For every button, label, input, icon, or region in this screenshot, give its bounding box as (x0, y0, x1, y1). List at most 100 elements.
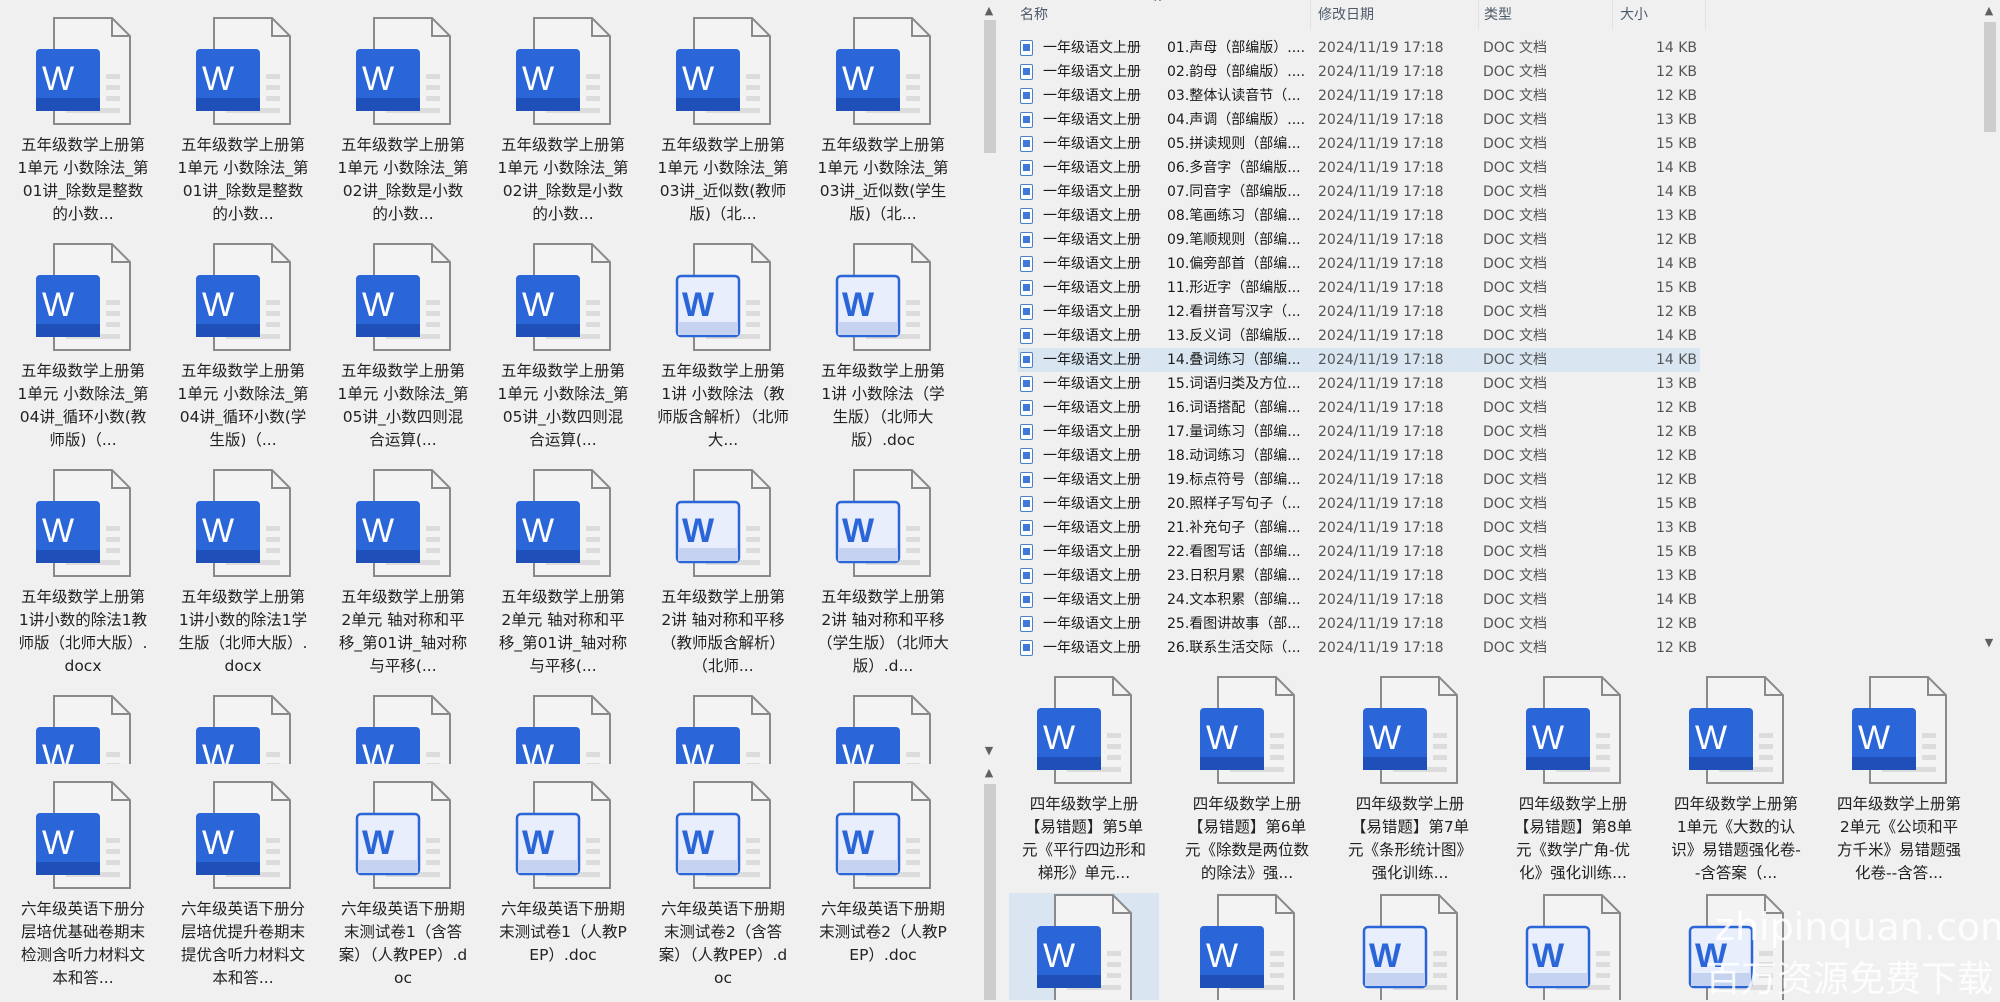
file-item[interactable]: W (168, 694, 318, 764)
file-item[interactable]: W (488, 694, 638, 764)
file-list-row[interactable]: 一年级语文上册 09.笔顺规则（部编... 2024/11/19 17:18 D… (1018, 228, 2000, 252)
file-list-row[interactable]: 一年级语文上册 16.词语搭配（部编... 2024/11/19 17:18 D… (1018, 396, 2000, 420)
file-item[interactable]: W 四年级数学上册【易错题】第6单元《除数是两位数的除法》强... (1172, 675, 1322, 885)
file-item[interactable]: W 六年级英语下册分层培优基础卷期末检测含听力材料文本和答... (8, 780, 158, 990)
file-item[interactable]: W 五年级数学上册第1单元 小数除法_第02讲_除数是小数的小数... (328, 16, 478, 226)
file-type: DOC 文档 (1483, 472, 1548, 488)
svg-text:W: W (202, 824, 234, 862)
svg-text:W: W (682, 286, 715, 324)
file-item[interactable]: W (1335, 893, 1485, 1000)
file-item[interactable]: W 四年级数学上册第2单元《公顷和平方千米》易错题强化卷--含答... (1824, 675, 1974, 885)
file-item[interactable]: W 五年级数学上册第2讲 轴对称和平移（学生版）（北师大版）.d... (808, 468, 958, 678)
file-list-row[interactable]: 一年级语文上册 23.日积月累（部编... 2024/11/19 17:18 D… (1018, 564, 2000, 588)
word-document-icon (1020, 544, 1033, 560)
file-list-row[interactable]: 一年级语文上册 17.量词练习（部编... 2024/11/19 17:18 D… (1018, 420, 2000, 444)
file-item[interactable]: W (328, 694, 478, 764)
file-item[interactable]: W 四年级数学上册【易错题】第5单元《平行四边形和梯形》单元... (1009, 675, 1159, 885)
column-header-date[interactable]: 修改日期 (1318, 0, 1374, 30)
file-item[interactable]: W (8, 694, 158, 764)
word-document-icon (1020, 88, 1033, 104)
file-list-row[interactable]: 一年级语文上册 15.词语归类及方位... 2024/11/19 17:18 D… (1018, 372, 2000, 396)
column-divider[interactable] (1310, 0, 1311, 30)
file-item[interactable]: W 五年级数学上册第2单元 轴对称和平移_第01讲_轴对称与平移(... (328, 468, 478, 678)
scrollbar-thumb[interactable] (1984, 22, 1996, 132)
file-list-row[interactable]: 一年级语文上册 18.动词练习（部编... 2024/11/19 17:18 D… (1018, 444, 2000, 468)
column-divider[interactable] (1705, 0, 1706, 30)
scrollbar-thumb[interactable] (984, 784, 996, 1000)
file-list-row[interactable]: 一年级语文上册 02.韵母（部编版）.... 2024/11/19 17:18 … (1018, 60, 2000, 84)
file-list-row[interactable]: 一年级语文上册 10.偏旁部首（部编... 2024/11/19 17:18 D… (1018, 252, 2000, 276)
file-item[interactable]: W 四年级数学上册【易错题】第7单元《条形统计图》强化训练... (1335, 675, 1485, 885)
file-list-row[interactable]: 一年级语文上册 21.补充句子（部编... 2024/11/19 17:18 D… (1018, 516, 2000, 540)
file-item[interactable]: W 五年级数学上册第2单元 轴对称和平移_第01讲_轴对称与平移(... (488, 468, 638, 678)
word-document-icon (1020, 424, 1033, 440)
scrollbar-thumb[interactable] (984, 20, 996, 153)
file-item[interactable]: W 五年级数学上册第1讲 小数除法（教师版含解析）（北师大... (648, 242, 798, 452)
file-list-row[interactable]: 一年级语文上册 05.拼读规则（部编... 2024/11/19 17:18 D… (1018, 132, 2000, 156)
file-list-row[interactable]: 一年级语文上册 12.看拼音写汉字（... 2024/11/19 17:18 D… (1018, 300, 2000, 324)
file-list-row[interactable]: 一年级语文上册 07.同音字（部编版... 2024/11/19 17:18 D… (1018, 180, 2000, 204)
file-name-suffix: 11.形近字（部编版... (1167, 280, 1301, 296)
column-header-type[interactable]: 类型 (1484, 0, 1512, 30)
scroll-down-arrow-icon[interactable]: ▼ (980, 744, 998, 757)
file-item[interactable]: W 五年级数学上册第1讲小数的除法1教师版（北师大版）.docx (8, 468, 158, 678)
file-item[interactable]: W 六年级英语下册分层培优提升卷期末提优含听力材料文本和答... (168, 780, 318, 990)
column-header-name[interactable]: 名称 (1020, 0, 1048, 30)
file-item[interactable]: W 六年级英语下册期末测试卷1（人教PEP）.doc (488, 780, 638, 967)
file-list-row[interactable]: 一年级语文上册 14.叠词练习（部编... 2024/11/19 17:18 D… (1018, 348, 1700, 372)
file-item[interactable]: W 五年级数学上册第1单元 小数除法_第04讲_循环小数(学生版)（... (168, 242, 318, 452)
file-name-label: 五年级数学上册第1讲小数的除法1学生版（北师大版）.docx (178, 588, 308, 675)
file-list-row[interactable]: 一年级语文上册 26.联系生活交际（... 2024/11/19 17:18 D… (1018, 636, 2000, 660)
file-list-row[interactable]: 一年级语文上册 19.标点符号（部编... 2024/11/19 17:18 D… (1018, 468, 2000, 492)
file-item[interactable]: W 五年级数学上册第2讲 轴对称和平移（教师版含解析）（北师... (648, 468, 798, 678)
file-item[interactable]: W 五年级数学上册第1讲 小数除法（学生版）（北师大版）.doc (808, 242, 958, 452)
file-list-row[interactable]: 一年级语文上册 24.文本积累（部编... 2024/11/19 17:18 D… (1018, 588, 2000, 612)
word-document-icon: W (516, 469, 611, 577)
file-item[interactable]: W 五年级数学上册第1单元 小数除法_第04讲_循环小数(教师版)（... (8, 242, 158, 452)
scroll-up-arrow-icon[interactable]: ▲ (980, 4, 998, 17)
file-item[interactable]: W (648, 694, 798, 764)
file-item[interactable]: W 六年级英语下册期末测试卷2（人教PEP）.doc (808, 780, 958, 967)
file-item[interactable]: W 四年级数学上册【易错题】第8单元《数学广角-优化》强化训练... (1498, 675, 1648, 885)
file-item[interactable]: W 五年级数学上册第1单元 小数除法_第01讲_除数是整数的小数... (168, 16, 318, 226)
file-item[interactable]: W (1498, 893, 1648, 1000)
column-divider[interactable] (1478, 0, 1479, 30)
file-list-row[interactable]: 一年级语文上册 03.整体认读音节（... 2024/11/19 17:18 D… (1018, 84, 2000, 108)
file-list-row[interactable]: 一年级语文上册 08.笔画练习（部编... 2024/11/19 17:18 D… (1018, 204, 2000, 228)
file-item[interactable]: W 六年级英语下册期末测试卷1（含答案）（人教PEP）.doc (328, 780, 478, 990)
file-item[interactable]: W 五年级数学上册第1单元 小数除法_第02讲_除数是小数的小数... (488, 16, 638, 226)
file-item[interactable]: W 五年级数学上册第1讲小数的除法1学生版（北师大版）.docx (168, 468, 318, 678)
file-name-suffix: 07.同音字（部编版... (1167, 184, 1301, 200)
file-list-row[interactable]: 一年级语文上册 04.声调（部编版）.... 2024/11/19 17:18 … (1018, 108, 2000, 132)
list-scrollbar[interactable]: ▲ ▼ (1980, 0, 1998, 665)
file-item[interactable]: W (808, 694, 958, 764)
file-item[interactable]: W (1009, 893, 1159, 1000)
file-list-row[interactable]: 一年级语文上册 25.看图讲故事（部... 2024/11/19 17:18 D… (1018, 612, 2000, 636)
file-item[interactable]: W (1172, 893, 1322, 1000)
scroll-down-arrow-icon[interactable]: ▼ (1980, 636, 1998, 649)
file-size: 12 KB (1655, 304, 1697, 320)
file-type: DOC 文档 (1483, 256, 1548, 272)
file-list-row[interactable]: 一年级语文上册 01.声母（部编版）.... 2024/11/19 17:18 … (1018, 36, 2000, 60)
file-item[interactable]: W 五年级数学上册第1单元 小数除法_第03讲_近似数(学生版)（北... (808, 16, 958, 226)
file-list-row[interactable]: 一年级语文上册 20.照样子写句子（... 2024/11/19 17:18 D… (1018, 492, 2000, 516)
file-list-row[interactable]: 一年级语文上册 06.多音字（部编版... 2024/11/19 17:18 D… (1018, 156, 2000, 180)
file-list-row[interactable]: 一年级语文上册 11.形近字（部编版... 2024/11/19 17:18 D… (1018, 276, 2000, 300)
file-item[interactable]: W 六年级英语下册期末测试卷2（含答案）（人教PEP）.doc (648, 780, 798, 990)
file-list-row[interactable]: 一年级语文上册 13.反义词（部编版... 2024/11/19 17:18 D… (1018, 324, 2000, 348)
column-divider[interactable] (1612, 0, 1613, 30)
column-header-size[interactable]: 大小 (1620, 0, 1648, 30)
modified-date: 2024/11/19 17:18 (1318, 640, 1444, 656)
scroll-up-arrow-icon[interactable]: ▲ (980, 766, 998, 779)
word-document-icon: W (1037, 676, 1132, 784)
file-item[interactable]: W 五年级数学上册第1单元 小数除法_第01讲_除数是整数的小数... (8, 16, 158, 226)
scroll-up-arrow-icon[interactable]: ▲ (1980, 4, 1998, 17)
file-item[interactable]: W 五年级数学上册第1单元 小数除法_第05讲_小数四则混合运算(... (488, 242, 638, 452)
file-item[interactable]: W 四年级数学上册第1单元《大数的认识》易错题强化卷--含答案（... (1661, 675, 1811, 885)
file-item[interactable]: W 五年级数学上册第1单元 小数除法_第05讲_小数四则混合运算(... (328, 242, 478, 452)
file-item[interactable]: W 五年级数学上册第1单元 小数除法_第03讲_近似数(教师版)（北... (648, 16, 798, 226)
file-list-row[interactable]: 一年级语文上册 22.看图写话（部编... 2024/11/19 17:18 D… (1018, 540, 2000, 564)
file-name-label: 五年级数学上册第1单元 小数除法_第02讲_除数是小数的小数... (337, 136, 469, 223)
svg-text:W: W (842, 512, 875, 550)
left-scrollbar[interactable]: ▲ ▼ ▲ (980, 0, 998, 1000)
